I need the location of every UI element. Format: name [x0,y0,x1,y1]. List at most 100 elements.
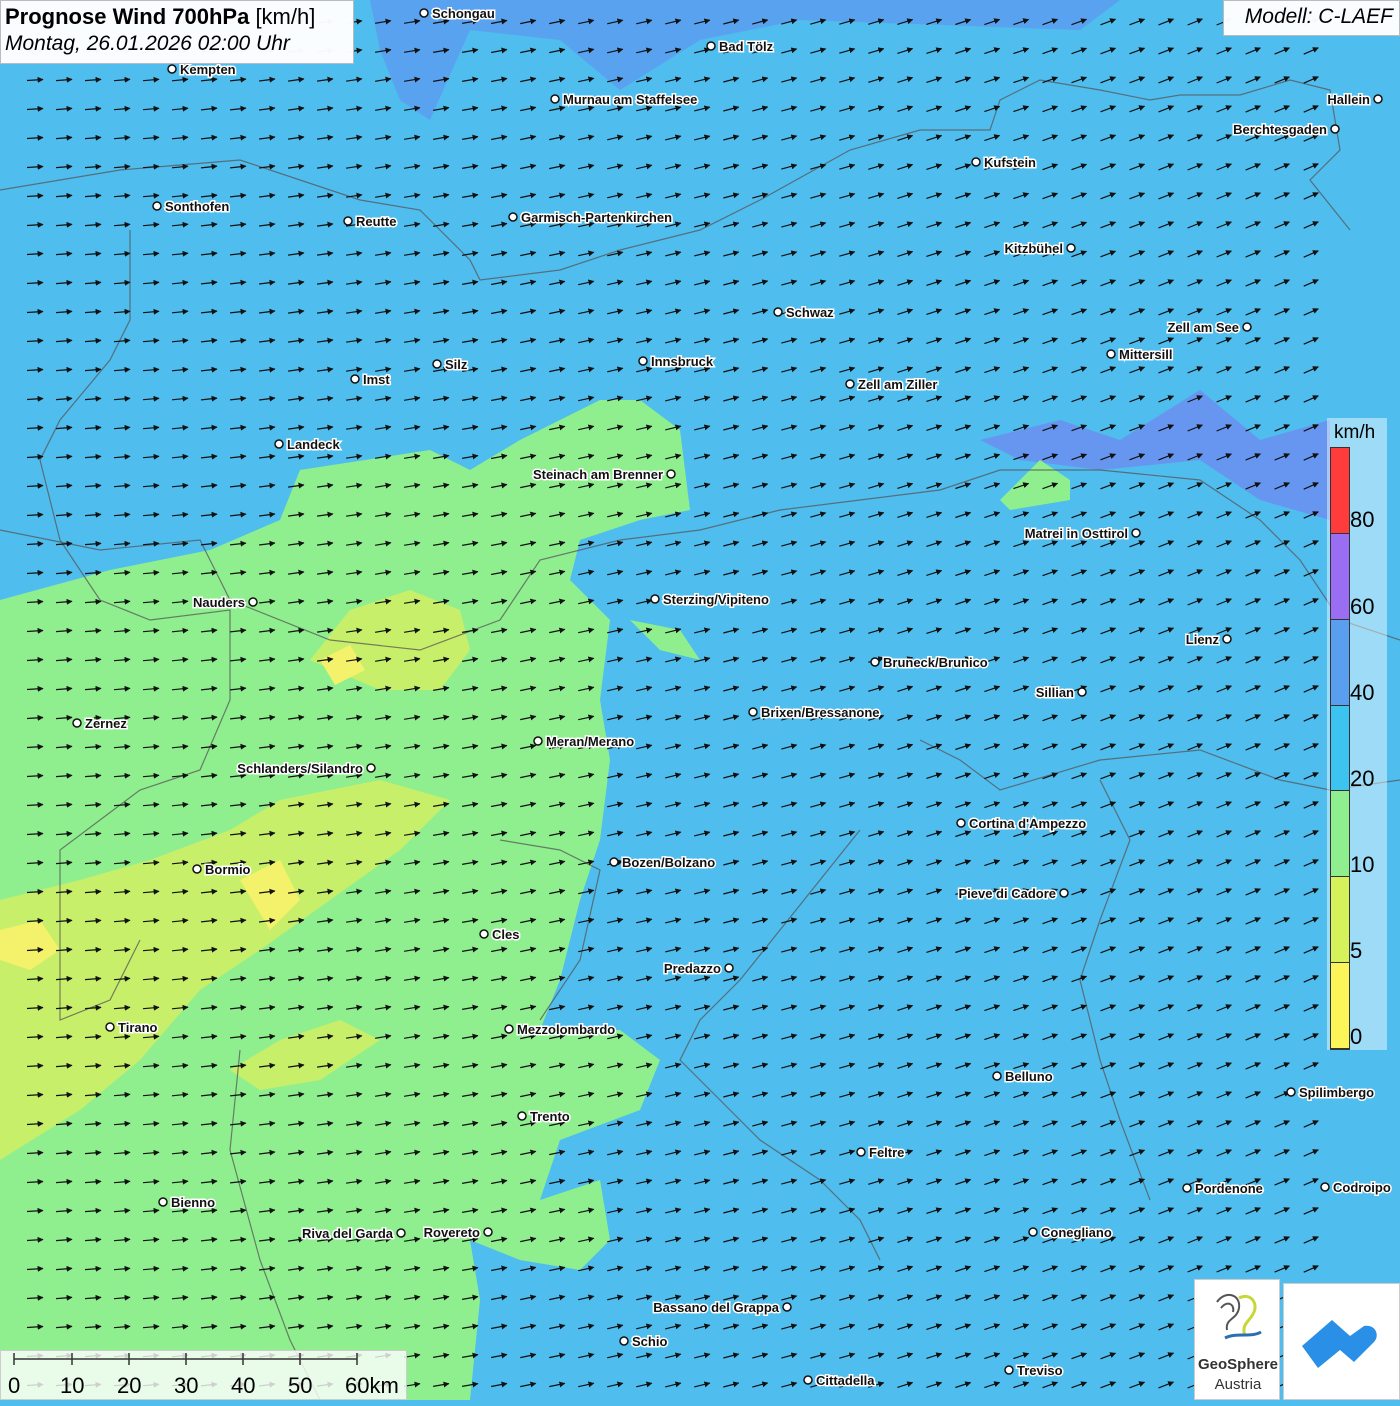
city-marker[interactable]: Sterzing/Vipiteno [650,591,770,609]
city-marker[interactable]: Riva del Garda [300,1225,406,1243]
city-label: Kufstein [984,155,1036,170]
city-marker[interactable]: Murnau am Staffelsee [550,91,699,109]
city-label: Codroipo [1333,1180,1391,1195]
scale-label: 0 [8,1373,21,1398]
legend-swatch [1331,791,1349,878]
scale-label: 30 [174,1373,199,1398]
wind-map[interactable]: Schongau Bad Tölz Kempten Murnau am Staffel… [0,0,1400,1400]
city-dot-icon [192,864,202,874]
city-marker[interactable]: Bruneck/Brunico [870,654,989,672]
city-label: Bormio [205,862,251,877]
city-marker[interactable]: Spilimbergo [1286,1084,1376,1102]
app-logo[interactable] [1283,1283,1400,1400]
city-marker[interactable]: Innsbruck [638,353,715,371]
city-label: Murnau am Staffelsee [563,92,697,107]
city-label: Meran/Merano [546,734,634,749]
city-dot-icon [517,1111,527,1121]
city-dot-icon [343,216,353,226]
geosphere-logo[interactable]: GeoSphere Austria [1194,1279,1280,1400]
legend-swatch [1331,533,1349,620]
city-label: Berchtesgaden [1233,122,1327,137]
city-dot-icon [152,201,162,211]
city-dot-icon [1066,243,1076,253]
cloud-app-icon [1302,1320,1377,1368]
legend-label: 5 [1350,938,1363,963]
city-marker[interactable]: Brixen/Bressanone [748,704,881,722]
city-dot-icon [650,594,660,604]
city-dot-icon [1028,1227,1038,1237]
city-dot-icon [1242,322,1252,332]
city-dot-icon [1330,124,1340,134]
city-label: Bassano del Grappa [653,1300,779,1315]
city-dot-icon [1320,1182,1330,1192]
city-dot-icon [274,439,284,449]
city-label: Zernez [85,716,127,731]
city-label: Lienz [1186,632,1220,647]
city-label: Kitzbühel [1005,241,1064,256]
city-marker[interactable]: Conegliano [1028,1224,1113,1242]
city-dot-icon [504,1024,514,1034]
city-marker[interactable]: Bozen/Bolzano [609,854,717,872]
city-marker[interactable]: Cortina d'Ampezzo [956,815,1088,833]
city-marker[interactable]: Mezzolombardo [504,1021,617,1039]
city-label: Innsbruck [651,354,714,369]
city-label: Treviso [1017,1363,1063,1378]
city-marker[interactable]: Pordenone [1182,1180,1264,1198]
city-label: Cortina d'Ampezzo [969,816,1086,831]
city-dot-icon [533,736,543,746]
city-label: Schlanders/Silandro [237,761,363,776]
city-dot-icon [483,1227,493,1237]
city-dot-icon [1373,94,1383,104]
city-dot-icon [72,718,82,728]
city-label: Sillian [1036,685,1074,700]
city-marker[interactable]: Matrei in Osttirol [1023,525,1141,543]
geosphere-logo-icon [1216,1293,1262,1340]
city-dot-icon [748,707,758,717]
city-marker[interactable]: Bassano del Grappa [652,1299,792,1317]
scale-bar: 0 10 20 30 40 50 60km [0,1350,407,1400]
city-dot-icon [1222,634,1232,644]
city-marker[interactable]: Zell am See [1166,319,1252,337]
city-dot-icon [773,307,783,317]
city-dot-icon [782,1302,792,1312]
city-marker[interactable]: Schongau [419,5,496,23]
logo-name: GeoSphere [1197,1356,1279,1373]
scale-label: 50 [288,1373,313,1398]
legend-color-bar [1330,447,1350,1050]
city-label: Tirano [118,1020,158,1035]
city-dot-icon [419,8,429,18]
legend-swatch [1331,705,1349,792]
city-marker[interactable]: Pieve di Cadore [957,885,1069,903]
legend-swatch [1331,619,1349,706]
city-label: Sonthofen [165,199,229,214]
city-label: Nauders [193,595,245,610]
city-label: Kempten [180,62,236,77]
city-marker[interactable]: Sonthofen [152,198,231,216]
city-label: Cittadella [816,1373,875,1388]
city-marker[interactable]: Steinach am Brenner [531,466,676,484]
city-marker[interactable]: Berchtesgaden [1232,121,1340,139]
city-dot-icon [479,929,489,939]
city-dot-icon [724,963,734,973]
city-marker[interactable]: Schlanders/Silandro [236,760,376,778]
city-dot-icon [706,41,716,51]
city-label: Mezzolombardo [517,1022,615,1037]
city-label: Schio [632,1334,667,1349]
scale-label: 40 [231,1373,256,1398]
city-dot-icon [1106,349,1116,359]
city-label: Hallein [1327,92,1370,107]
city-label: Bozen/Bolzano [622,855,715,870]
city-marker[interactable]: Zell am Ziller [845,376,939,394]
city-label: Steinach am Brenner [533,467,663,482]
city-label: Belluno [1005,1069,1053,1084]
city-label: Trento [530,1109,570,1124]
city-label: Conegliano [1041,1225,1112,1240]
city-marker[interactable]: Meran/Merano [533,733,636,751]
city-label: Pordenone [1195,1181,1263,1196]
legend-swatch [1331,877,1349,964]
city-marker[interactable]: Garmisch-Partenkirchen [508,209,674,227]
city-dot-icon [856,1147,866,1157]
legend-swatch [1331,448,1349,534]
model-label: Modell: C-LAEF [1223,0,1400,36]
city-dot-icon [971,157,981,167]
